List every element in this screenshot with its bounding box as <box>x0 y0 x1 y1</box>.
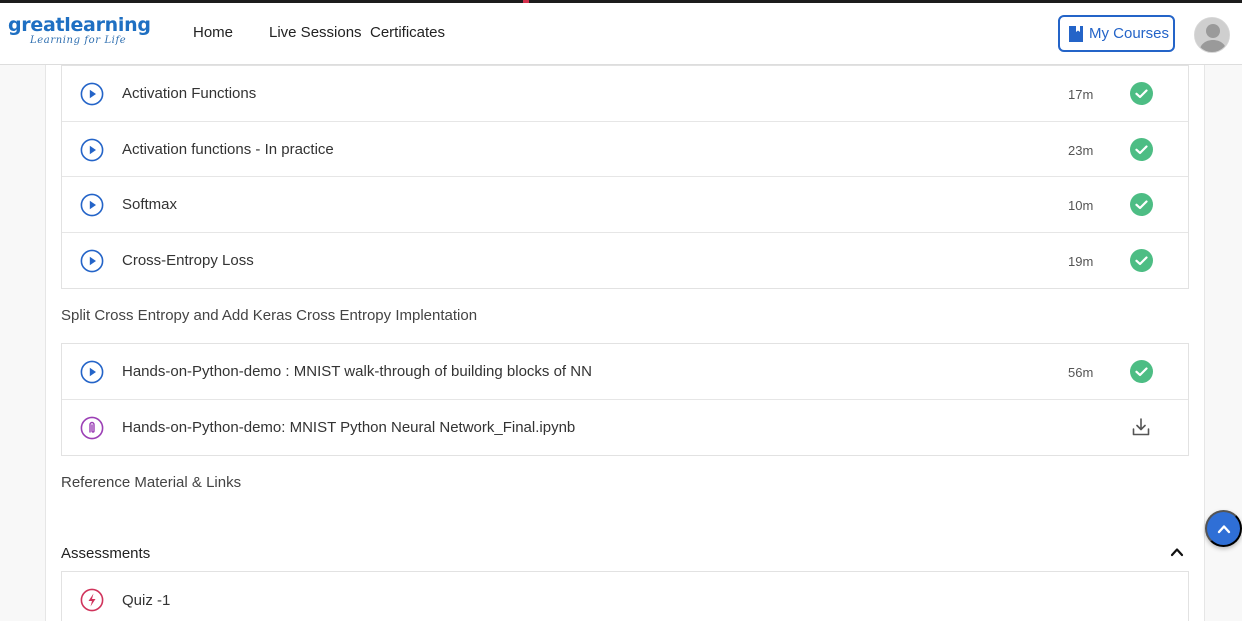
lesson-title[interactable]: Activation Functions <box>122 85 256 102</box>
lesson-duration: 17m <box>1068 87 1094 102</box>
lesson-duration: 10m <box>1068 198 1094 213</box>
logo[interactable]: greatlearning Learning for Life <box>8 15 151 46</box>
assessment-list: Quiz -1 <box>61 571 1189 621</box>
paperclip-icon <box>80 416 104 439</box>
top-header: greatlearning Learning for Life Home Liv… <box>0 3 1242 65</box>
lesson-title[interactable]: Quiz -1 <box>122 592 170 609</box>
play-circle-icon <box>80 249 104 272</box>
nav-live-sessions[interactable]: Live Sessions <box>269 24 362 41</box>
my-courses-label: My Courses <box>1089 25 1170 42</box>
play-circle-icon <box>80 138 104 161</box>
lesson-duration: 19m <box>1068 253 1094 269</box>
lesson-title[interactable]: Cross-Entropy Loss <box>122 252 254 269</box>
check-circle-icon <box>1130 193 1153 216</box>
lesson-row[interactable]: Cross-Entropy Loss 19m <box>62 233 1188 289</box>
check-circle-icon <box>1130 82 1153 105</box>
lesson-title[interactable]: Hands-on-Python-demo: MNIST Python Neura… <box>122 419 575 436</box>
scroll-top-button[interactable] <box>1205 510 1242 547</box>
lesson-duration: 23m <box>1068 142 1094 158</box>
nav-certificates[interactable]: Certificates <box>370 24 445 41</box>
check-circle-icon <box>1130 360 1153 383</box>
lesson-duration: 56m <box>1068 365 1094 380</box>
lesson-row[interactable]: Softmax 10m <box>62 177 1188 233</box>
lesson-row[interactable]: Activation Functions 17m <box>62 66 1188 122</box>
play-circle-icon <box>80 360 104 384</box>
check-circle-icon <box>1130 137 1153 161</box>
section-split-label: Split Cross Entropy and Add Keras Cross … <box>61 307 478 324</box>
lesson-row[interactable]: Hands-on-Python-demo : MNIST walk-throug… <box>62 344 1188 400</box>
avatar[interactable] <box>1194 17 1230 53</box>
lesson-list-2: Hands-on-Python-demo : MNIST walk-throug… <box>61 343 1189 456</box>
my-courses-button[interactable]: My Courses <box>1058 15 1175 52</box>
chevron-up-icon[interactable] <box>1170 545 1184 559</box>
lesson-title[interactable]: Softmax <box>122 196 177 213</box>
check-circle-icon <box>1130 248 1153 272</box>
logo-tagline: Learning for Life <box>30 35 127 46</box>
lesson-title[interactable]: Hands-on-Python-demo : MNIST walk-throug… <box>122 363 592 380</box>
quiz-row[interactable]: Quiz -1 <box>62 572 1188 621</box>
assessments-heading[interactable]: Assessments <box>61 545 150 562</box>
section-reference-label[interactable]: Reference Material & Links <box>61 474 241 491</box>
user-icon <box>1195 18 1229 52</box>
lesson-row[interactable]: Hands-on-Python-demo: MNIST Python Neura… <box>62 400 1188 456</box>
play-circle-icon <box>80 82 104 106</box>
download-icon[interactable] <box>1131 417 1151 437</box>
logo-wordmark: greatlearning <box>8 14 151 36</box>
lesson-list-1: Activation Functions 17m Activation functi… <box>61 65 1189 289</box>
lesson-row[interactable]: Activation functions - In practice 23m <box>62 122 1188 177</box>
book-icon <box>1069 25 1083 42</box>
play-circle-icon <box>80 193 104 217</box>
lesson-title[interactable]: Activation functions - In practice <box>122 141 334 158</box>
nav-home[interactable]: Home <box>193 24 233 41</box>
chevron-up-icon <box>1217 524 1230 533</box>
lightning-icon <box>80 588 104 612</box>
